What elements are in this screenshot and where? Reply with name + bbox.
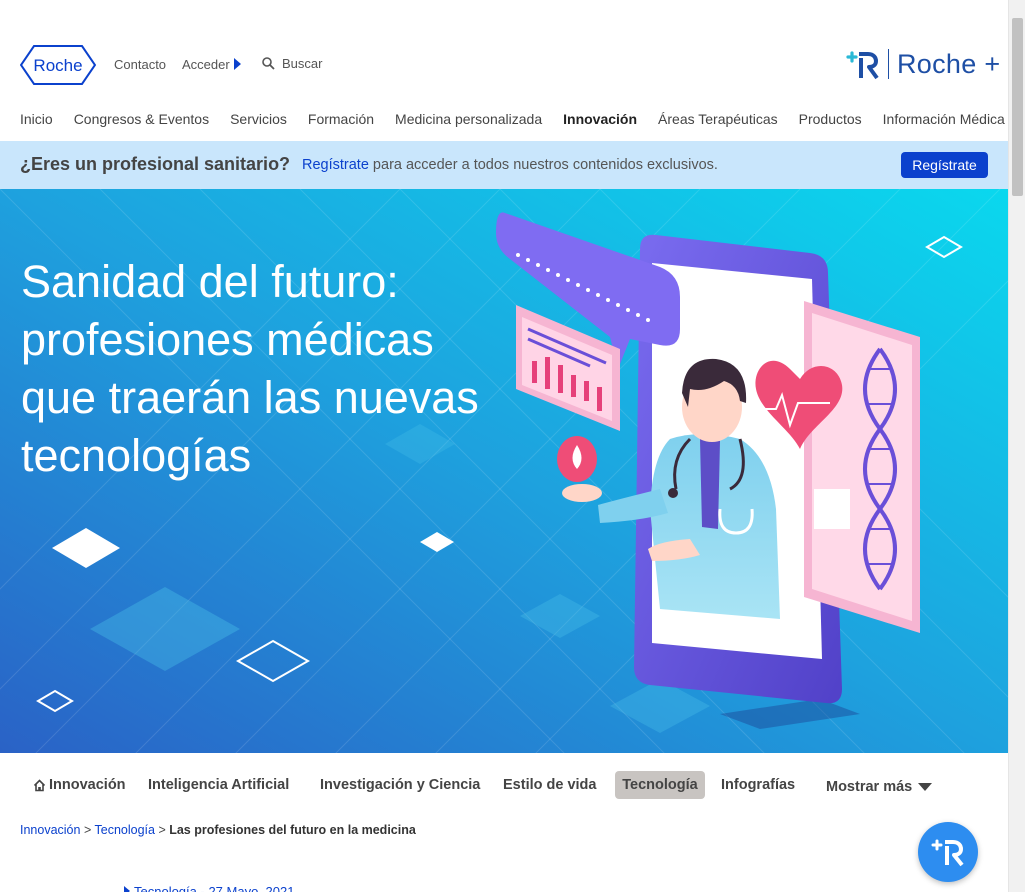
breadcrumb-separator: > (154, 823, 170, 837)
roche-plus-r-icon (931, 839, 964, 867)
hero-banner: Sanidad del futuro: profesiones médicas … (0, 189, 1008, 753)
register-text: Regístrate para acceder a todos nuestros… (302, 157, 718, 173)
caret-right-icon (124, 886, 130, 892)
breadcrumb-item-tecnologia[interactable]: Tecnología (95, 823, 155, 837)
site-header: Roche Contacto Acceder Buscar Roche + (0, 0, 1008, 100)
tab-innovacion[interactable]: Innovación (27, 771, 132, 799)
nav-item-medicina-personalizada[interactable]: Medicina personalizada (395, 111, 542, 127)
tab-innovacion-label: Innovación (49, 777, 126, 793)
nav-item-informacion-medica[interactable]: Información Médica (883, 111, 1005, 127)
nav-item-innovacion[interactable]: Innovación (563, 111, 637, 127)
nav-item-servicios[interactable]: Servicios (230, 111, 287, 127)
register-button[interactable]: Regístrate (901, 152, 988, 178)
breadcrumb-item-innovacion[interactable]: Innovación (20, 823, 80, 837)
tab-inteligencia-artificial[interactable]: Inteligencia Artificial (142, 771, 295, 799)
tab-tecnologia[interactable]: Tecnología (615, 771, 705, 799)
roche-plus-mark-icon (846, 51, 879, 80)
breadcrumb: Innovación > Tecnología > Las profesione… (20, 823, 416, 837)
caret-right-icon (233, 58, 241, 70)
search-link[interactable]: Buscar (262, 56, 322, 71)
roche-plus-logo[interactable]: Roche + (846, 48, 1000, 80)
show-more-label: Mostrar más (826, 779, 913, 795)
login-label: Acceder (182, 57, 230, 72)
search-icon (262, 57, 275, 70)
section-nav: Innovación Inteligencia Artificial Inves… (0, 770, 1008, 802)
register-banner: ¿Eres un profesional sanitario? Regístra… (0, 141, 1008, 189)
page-scrollbar[interactable] (1008, 0, 1025, 892)
hero-title: Sanidad del futuro: profesiones médicas … (21, 256, 479, 481)
tab-investigacion-ciencia[interactable]: Investigación y Ciencia (314, 771, 486, 799)
nav-item-productos[interactable]: Productos (799, 111, 862, 127)
register-question: ¿Eres un profesional sanitario? (20, 154, 291, 174)
chevron-down-icon (918, 783, 933, 791)
article-date: 27 Mayo, 2021 (208, 884, 295, 892)
roche-logo-text: Roche (33, 56, 82, 75)
breadcrumb-separator: > (80, 823, 95, 837)
register-description: para acceder a todos nuestros contenidos… (368, 157, 718, 173)
contact-link[interactable]: Contacto (114, 57, 166, 72)
nav-item-congresos[interactable]: Congresos & Eventos (74, 111, 209, 127)
article-meta: Tecnología - 27 Mayo, 2021 (124, 884, 294, 892)
roche-plus-brand: Roche + (897, 48, 1001, 79)
page: Roche Contacto Acceder Buscar Roche + In… (0, 0, 1008, 892)
login-link[interactable]: Acceder (182, 57, 241, 72)
nav-item-formacion[interactable]: Formación (308, 111, 374, 127)
roche-plus-divider (888, 49, 889, 79)
scrollbar-thumb[interactable] (1012, 18, 1023, 196)
nav-item-areas-terapeuticas[interactable]: Áreas Terapéuticas (658, 111, 778, 127)
nav-item-inicio[interactable]: Inicio (20, 111, 53, 127)
register-link[interactable]: Regístrate (302, 157, 369, 173)
main-nav: Inicio Congresos & Eventos Servicios For… (20, 111, 1008, 127)
show-more-button[interactable]: Mostrar más (820, 773, 938, 801)
tab-estilo-de-vida[interactable]: Estilo de vida (497, 771, 602, 799)
article-category[interactable]: Tecnología (134, 884, 197, 892)
breadcrumb-current: Las profesiones del futuro en la medicin… (169, 823, 416, 837)
tab-infografias[interactable]: Infografías (715, 771, 801, 799)
roche-logo[interactable]: Roche (20, 45, 96, 85)
roche-plus-chat-button[interactable] (918, 822, 978, 882)
home-icon (33, 778, 46, 791)
search-label: Buscar (282, 56, 323, 71)
